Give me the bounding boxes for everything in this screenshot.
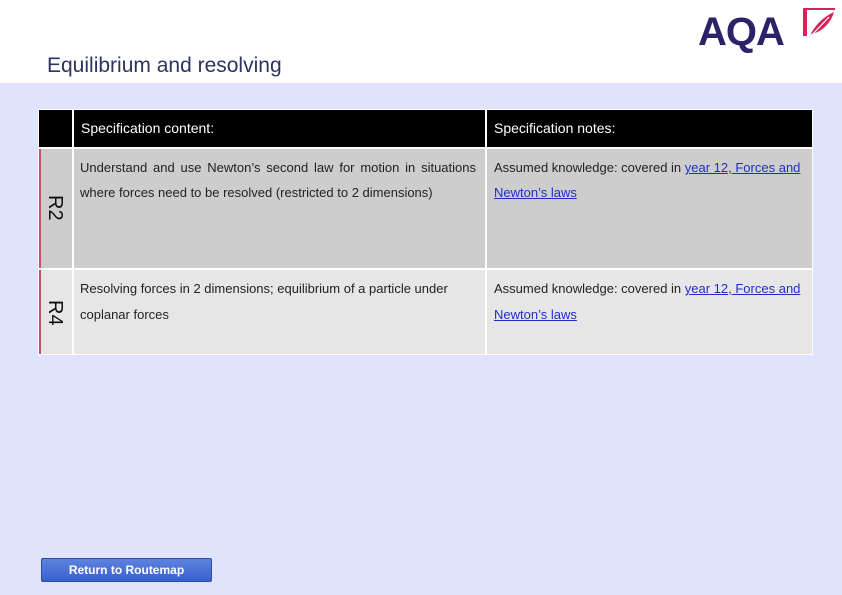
notes-text: Assumed knowledge: covered in	[494, 160, 685, 175]
spec-code: R4	[44, 300, 66, 326]
header-content: Specification content:	[74, 110, 485, 147]
header-blank-cell	[39, 110, 72, 147]
table-row: R4 Resolving forces in 2 dimensions; equ…	[38, 270, 813, 354]
spec-code: R2	[44, 195, 66, 221]
spec-notes: Assumed knowledge: covered in year 12, F…	[487, 149, 812, 268]
logo-text: AQA	[698, 10, 785, 54]
table-header-row: Specification content: Specification not…	[38, 109, 813, 148]
spec-code-cell: R2	[39, 149, 72, 268]
aqa-logo: AQA	[698, 8, 835, 58]
spec-code-cell: R4	[39, 270, 72, 354]
page-title: Equilibrium and resolving	[47, 54, 282, 77]
header-bar: Equilibrium and resolving AQA	[0, 0, 842, 83]
aqa-quill-icon	[803, 8, 835, 38]
spec-notes: Assumed knowledge: covered in year 12, F…	[487, 270, 812, 354]
table-row: R2 Understand and use Newton’s second la…	[38, 149, 813, 268]
spec-content: Resolving forces in 2 dimensions; equili…	[74, 270, 485, 354]
specification-table: Specification content: Specification not…	[38, 109, 813, 355]
return-to-routemap-button[interactable]: Return to Routemap	[41, 558, 212, 582]
spec-content: Understand and use Newton’s second law f…	[74, 149, 485, 268]
notes-text: Assumed knowledge: covered in	[494, 281, 685, 296]
header-notes: Specification notes:	[487, 110, 812, 147]
